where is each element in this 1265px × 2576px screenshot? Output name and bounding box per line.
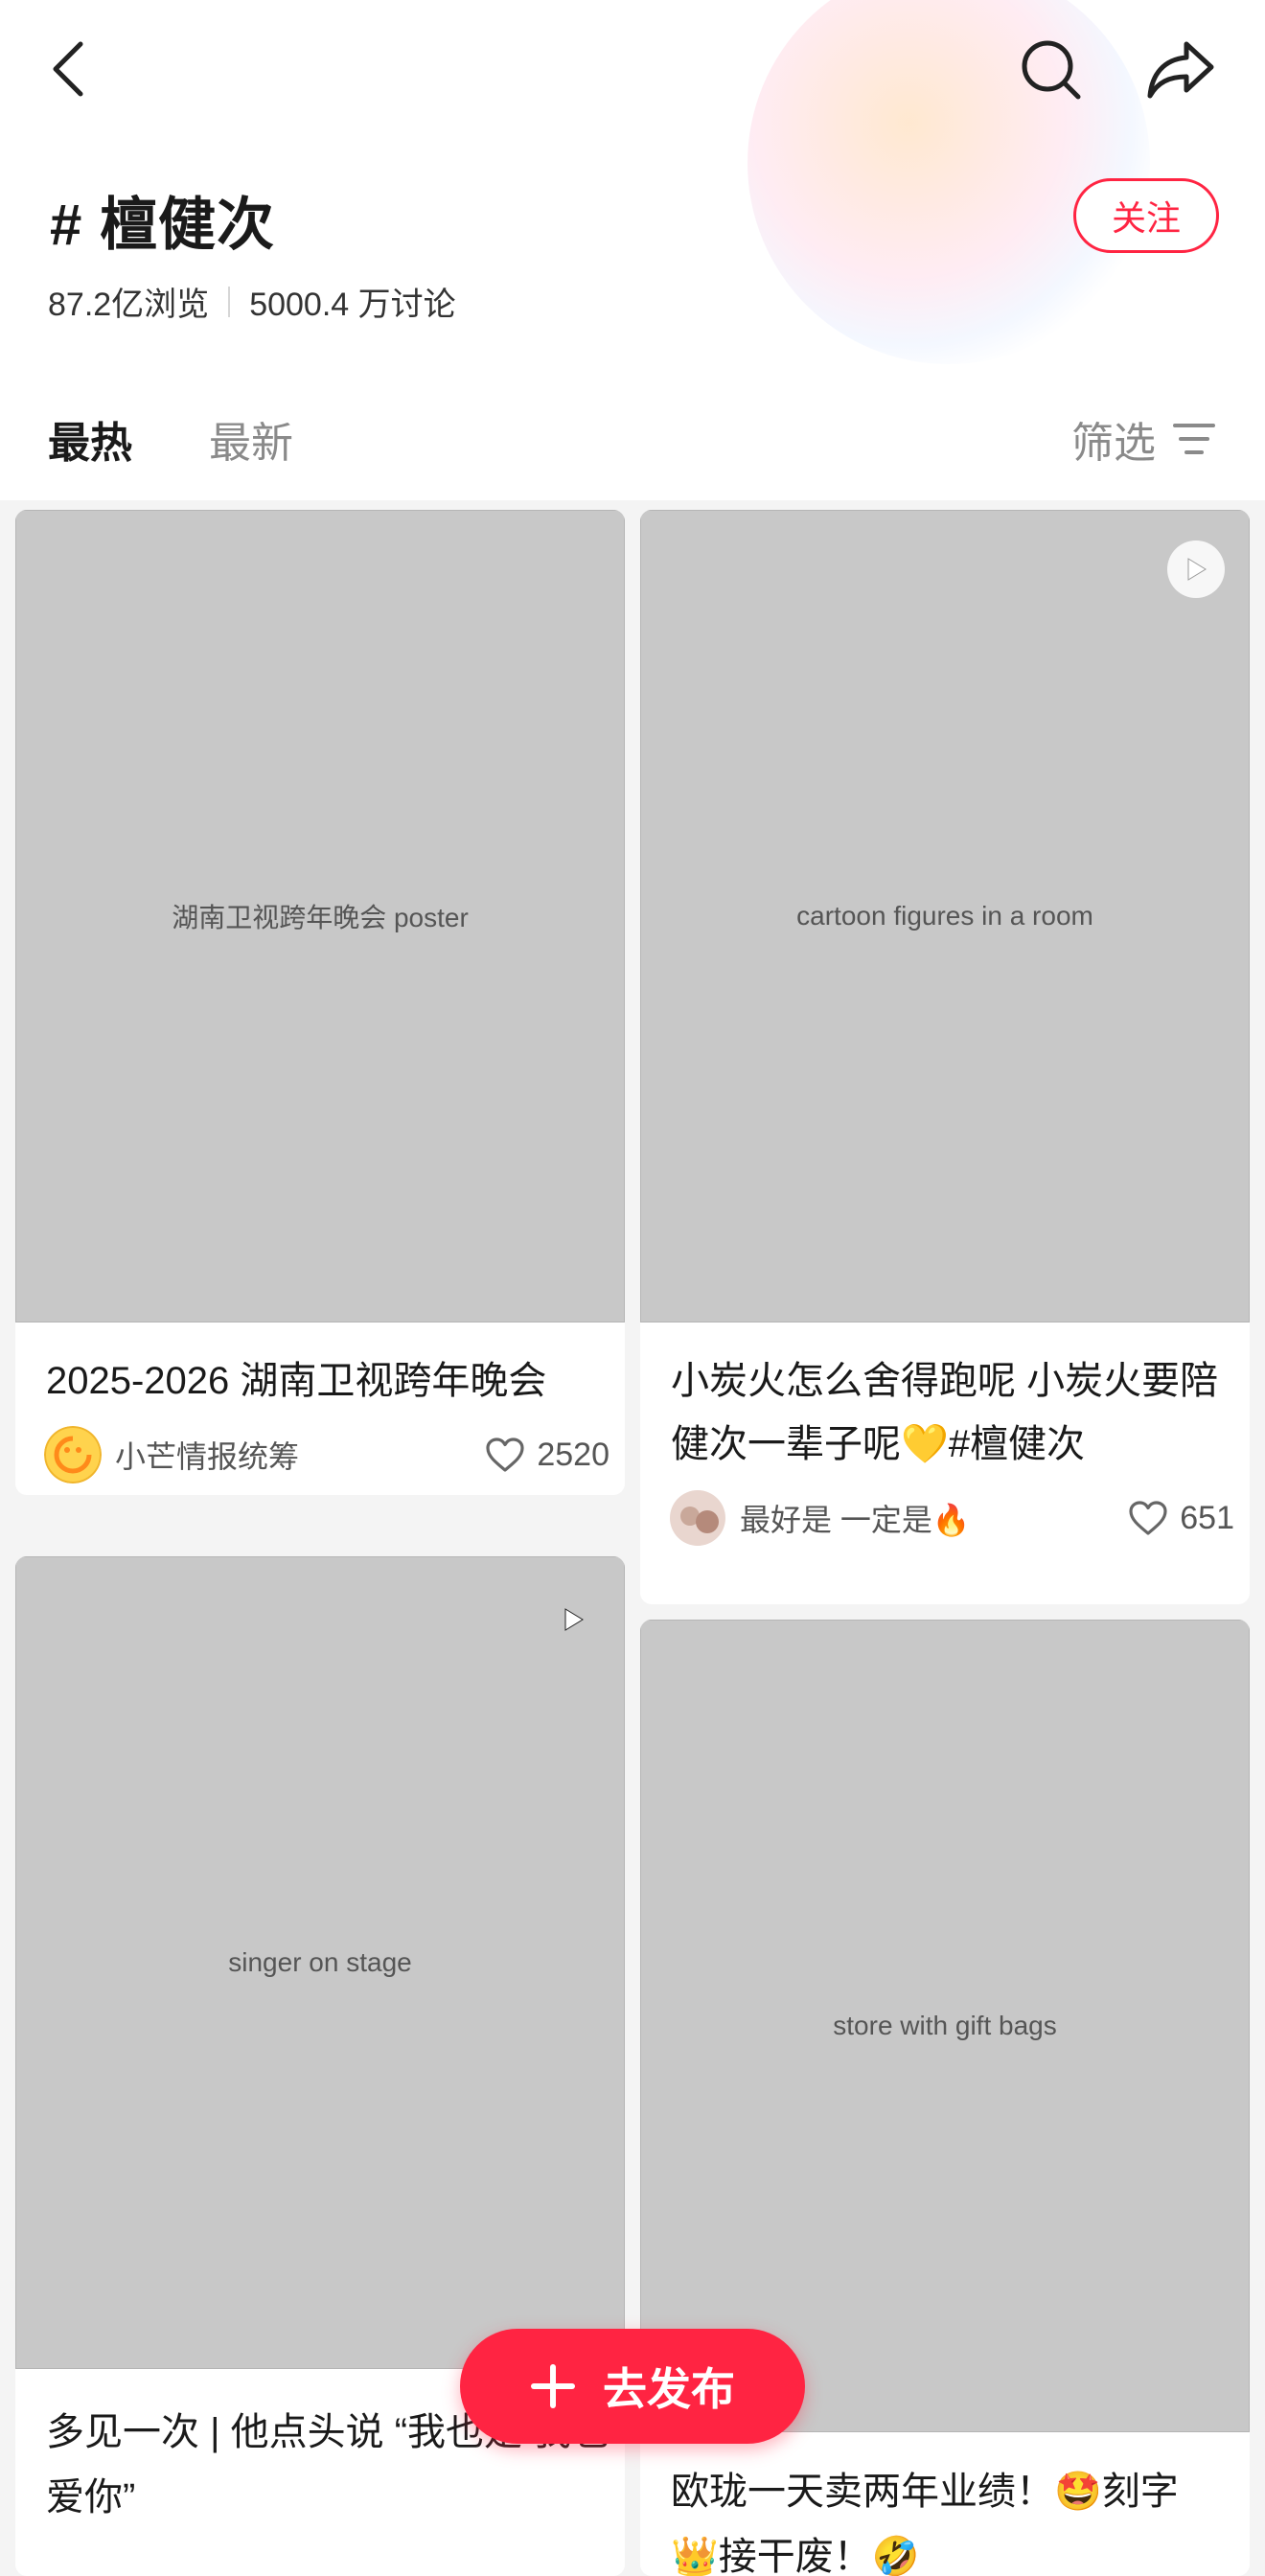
search-icon: [1022, 40, 1081, 100]
heart-icon: [486, 1438, 524, 1472]
video-play-icon: [544, 1591, 602, 1648]
feed-image[interactable]: store with gift bags: [640, 1620, 1250, 2432]
topic-header: # 檀健次 87.2亿浏览 5000.4 万讨论 关注 最热 最新 筛选: [0, 0, 1265, 500]
avatar[interactable]: [669, 1489, 726, 1547]
discussion-count: 5000.4 万讨论: [249, 287, 456, 323]
filter-label: 筛选: [1071, 420, 1156, 467]
author-name[interactable]: 最好是 一定是🔥: [740, 1496, 971, 1540]
feed-image[interactable]: cartoon figures in a room: [640, 510, 1250, 1322]
topic-stats: 87.2亿浏览 5000.4 万讨论: [48, 278, 456, 325]
like-button[interactable]: 651: [1128, 1500, 1234, 1537]
like-count: 651: [1180, 1499, 1234, 1536]
share-icon: [1147, 41, 1214, 99]
back-arrow-icon: [53, 41, 83, 97]
feed-title: 2025-2026 湖南卫视跨年晚会: [46, 1360, 547, 1402]
author-name[interactable]: 小芒情报统筹: [115, 1433, 299, 1477]
like-count: 2520: [537, 1436, 610, 1473]
avatar[interactable]: [44, 1426, 102, 1484]
filter-icon: [1173, 424, 1215, 454]
video-play-icon: [1167, 540, 1225, 598]
share-button[interactable]: [1135, 23, 1227, 115]
stat-divider: [228, 286, 231, 317]
feed-card[interactable]: cartoon figures in a room 小炭火怎么舍得跑呢 小炭火要…: [640, 510, 1250, 1604]
tab-hot[interactable]: 最热: [48, 408, 132, 470]
plus-icon: [531, 2364, 575, 2408]
topic-title: # 檀健次: [50, 193, 276, 257]
tab-new[interactable]: 最新: [209, 408, 293, 470]
like-button[interactable]: 2520: [485, 1437, 610, 1474]
search-button[interactable]: [1004, 23, 1096, 115]
publish-label: 去发布: [603, 2364, 735, 2414]
publish-button[interactable]: 去发布: [460, 2329, 805, 2444]
sort-tabs: 最热 最新 筛选: [0, 383, 1265, 489]
filter-button[interactable]: 筛选: [1071, 408, 1215, 470]
heart-icon: [1129, 1501, 1167, 1535]
view-count: 87.2亿浏览: [48, 287, 210, 323]
feed-image[interactable]: singer on stage: [15, 1556, 625, 2369]
feed-title: 小炭火怎么舍得跑呢 小炭火要陪健次一辈子呢💛#檀健次: [671, 1360, 1219, 1465]
feed-card[interactable]: 湖南卫视跨年晚会 poster 2025-2026 湖南卫视跨年晚会 小芒情报统…: [15, 510, 625, 1495]
back-button[interactable]: [23, 23, 115, 115]
feed-meta: 小芒情报统筹 2520: [44, 1426, 610, 1484]
follow-button[interactable]: 关注: [1073, 178, 1219, 253]
feed-title: 欧珑一天卖两年业绩！🤩刻字 👑接干废！🤣: [671, 2471, 1179, 2576]
feed-image[interactable]: 湖南卫视跨年晚会 poster: [15, 510, 625, 1322]
feed-meta: 最好是 一定是🔥 651: [669, 1489, 1234, 1547]
